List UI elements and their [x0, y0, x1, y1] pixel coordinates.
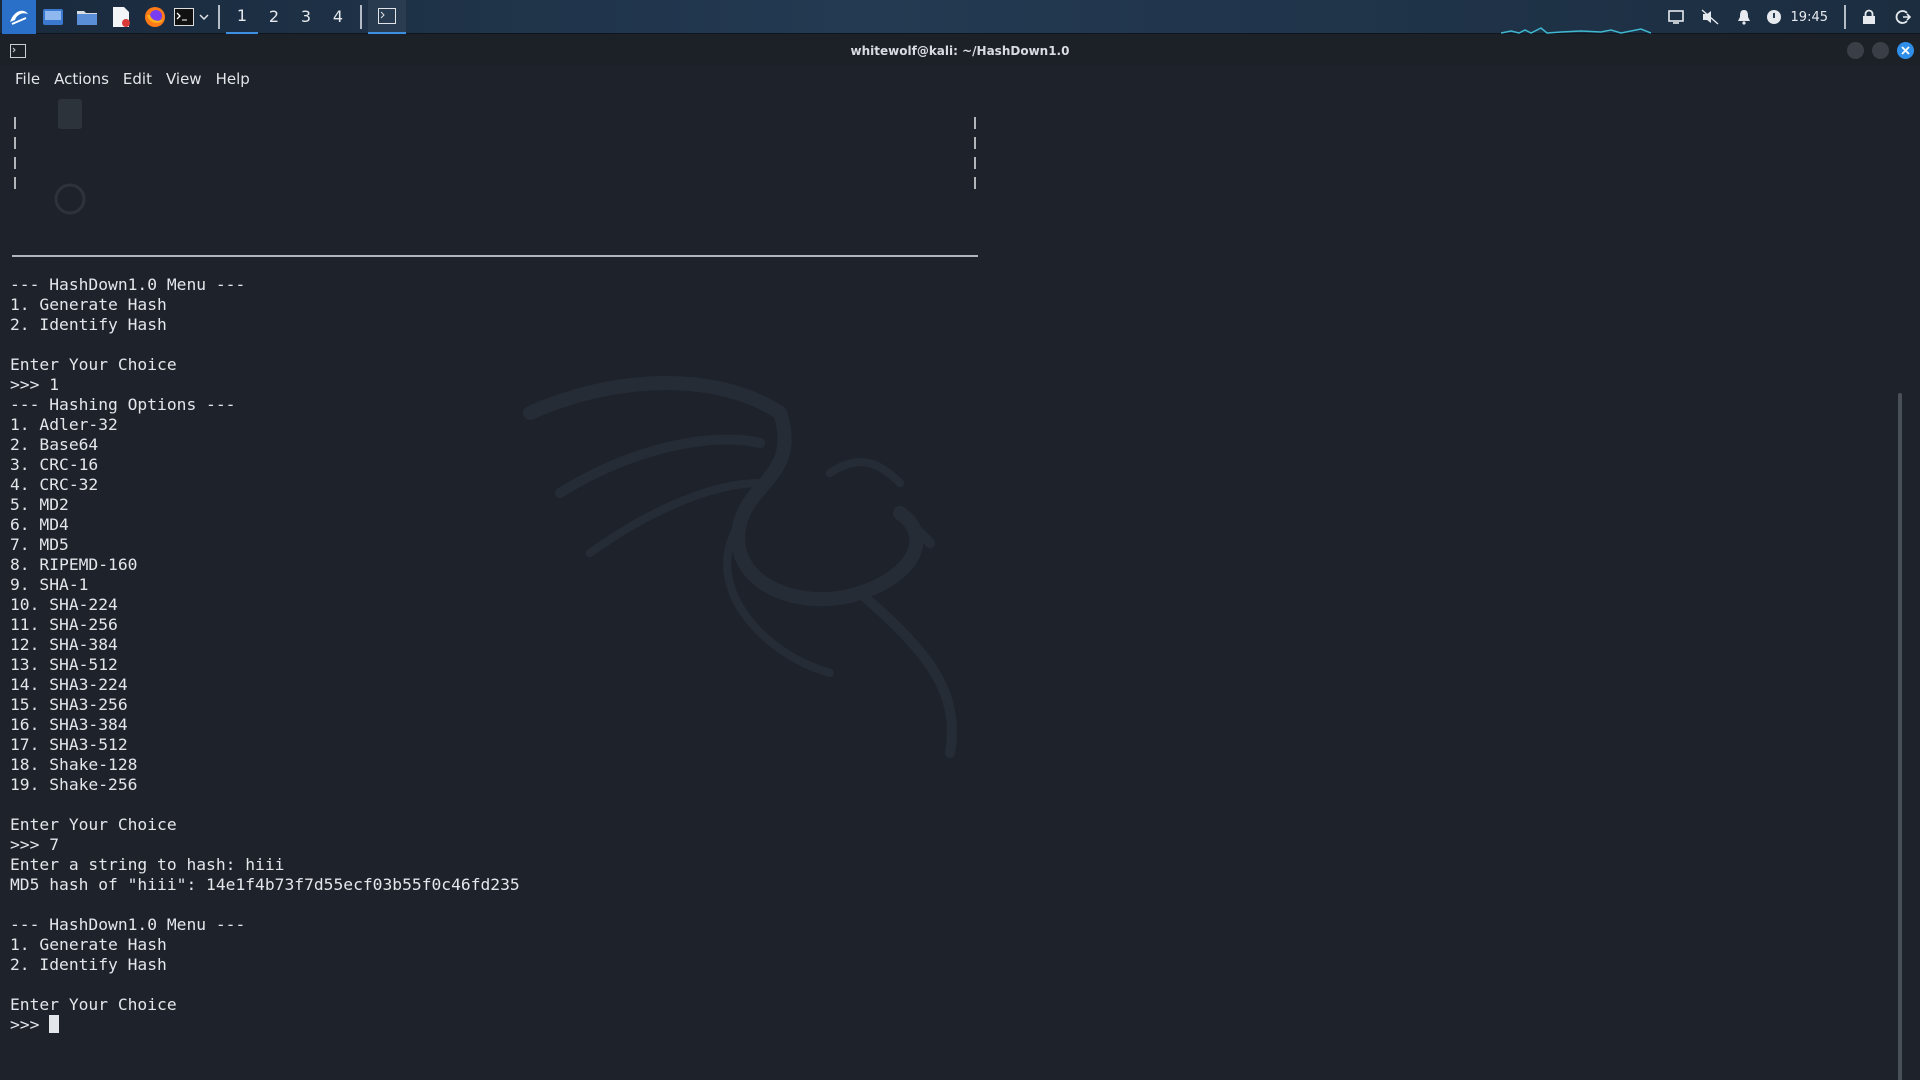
terminal-line: 8. RIPEMD-160: [10, 555, 138, 574]
clock[interactable]: 19:45: [1787, 10, 1838, 25]
terminal-line: 7. MD5: [10, 535, 69, 554]
display-icon[interactable]: [1659, 0, 1693, 34]
banner-border: [12, 117, 978, 257]
terminal-line: 6. MD4: [10, 515, 69, 534]
show-desktop-icon[interactable]: [36, 0, 70, 34]
system-tray: 19:45: [1500, 0, 1920, 34]
notification-bell-icon[interactable]: [1727, 0, 1761, 34]
terminal-line: >>> 1: [10, 375, 60, 394]
workspace-1[interactable]: 1: [226, 0, 258, 34]
panel-separator: [1844, 5, 1846, 29]
panel-separator: [218, 4, 220, 29]
terminal-line: --- Hashing Options ---: [10, 395, 236, 414]
lock-screen-icon[interactable]: [1852, 0, 1886, 34]
terminal-line: 15. SHA3-256: [10, 695, 128, 714]
terminal-line: 2. Identify Hash: [10, 955, 167, 974]
volume-muted-icon[interactable]: [1693, 0, 1727, 34]
network-graph: [1500, 0, 1651, 34]
terminal-line: Enter Your Choice: [10, 355, 177, 374]
window-title: whitewolf@kali: ~/HashDown1.0: [850, 44, 1070, 58]
window-terminal-icon: [10, 43, 26, 62]
terminal-line: 5. MD2: [10, 495, 69, 514]
kali-dragon-watermark: [523, 376, 957, 758]
terminal-scrollbar[interactable]: [1898, 393, 1902, 1080]
terminal-line: 9. SHA-1: [10, 575, 89, 594]
menu-bar: File Actions Edit View Help: [0, 66, 1920, 92]
taskbar-terminal-window[interactable]: [368, 0, 406, 34]
terminal-icon[interactable]: [172, 0, 196, 34]
terminal-line: 19. Shake-256: [10, 775, 138, 794]
kali-menu-icon[interactable]: [2, 0, 36, 34]
text-editor-icon[interactable]: [104, 0, 138, 34]
minimize-button[interactable]: [1847, 42, 1864, 59]
terminal-line: 10. SHA-224: [10, 595, 118, 614]
terminal-line: 11. SHA-256: [10, 615, 118, 634]
workspace-2[interactable]: 2: [258, 0, 290, 34]
logout-icon[interactable]: [1886, 0, 1920, 34]
terminal-window: whitewolf@kali: ~/HashDown1.0 File Actio…: [0, 36, 1920, 1080]
close-button[interactable]: [1897, 42, 1914, 59]
terminal-line: --- HashDown1.0 Menu ---: [10, 915, 246, 934]
terminal-line: 18. Shake-128: [10, 755, 138, 774]
menu-view[interactable]: View: [159, 70, 209, 88]
terminal-text: --- HashDown1.0 Menu --- 1. Generate Hash…: [10, 275, 520, 1035]
terminal-line: 3. CRC-16: [10, 455, 99, 474]
firefox-icon[interactable]: [138, 0, 172, 34]
file-manager-icon[interactable]: [70, 0, 104, 34]
menu-file[interactable]: File: [8, 70, 47, 88]
menu-help[interactable]: Help: [209, 70, 257, 88]
terminal-line: MD5 hash of "hiii": 14e1f4b73f7d55ecf03b…: [10, 875, 520, 894]
terminal-line: 13. SHA-512: [10, 655, 118, 674]
terminal-prompt-line[interactable]: >>>: [10, 1015, 520, 1035]
terminal-line: 16. SHA3-384: [10, 715, 128, 734]
terminal-line: 1. Generate Hash: [10, 295, 167, 314]
terminal-line: 17. SHA3-512: [10, 735, 128, 754]
menu-edit[interactable]: Edit: [116, 70, 159, 88]
terminal-prompt: >>>: [10, 1015, 50, 1034]
terminal-line: Enter a string to hash: hiii: [10, 855, 285, 874]
terminal-line: 1. Generate Hash: [10, 935, 167, 954]
terminal-line: Enter Your Choice: [10, 815, 177, 834]
power-manager-icon[interactable]: [1761, 0, 1787, 34]
terminal-output[interactable]: --- HashDown1.0 Menu --- 1. Generate Hash…: [0, 93, 1906, 1080]
terminal-line: 1. Adler-32: [10, 415, 118, 434]
terminal-line: 12. SHA-384: [10, 635, 118, 654]
maximize-button[interactable]: [1872, 42, 1889, 59]
terminal-line: >>> 7: [10, 835, 60, 854]
terminal-line: 14. SHA3-224: [10, 675, 128, 694]
text-cursor: [49, 1015, 60, 1033]
chevron-down-icon[interactable]: [196, 0, 212, 34]
window-titlebar[interactable]: whitewolf@kali: ~/HashDown1.0: [0, 36, 1920, 66]
menu-actions[interactable]: Actions: [47, 70, 116, 88]
panel-separator: [360, 4, 362, 29]
terminal-line: Enter Your Choice: [10, 995, 177, 1014]
terminal-line: --- HashDown1.0 Menu ---: [10, 275, 246, 294]
workspace-3[interactable]: 3: [290, 0, 322, 34]
terminal-line: 2. Identify Hash: [10, 315, 167, 334]
close-icon: [1901, 46, 1910, 55]
top-panel: 1 2 3 4 19:45: [0, 0, 1920, 34]
terminal-line: 4. CRC-32: [10, 475, 99, 494]
terminal-line: 2. Base64: [10, 435, 99, 454]
workspace-4[interactable]: 4: [322, 0, 354, 34]
